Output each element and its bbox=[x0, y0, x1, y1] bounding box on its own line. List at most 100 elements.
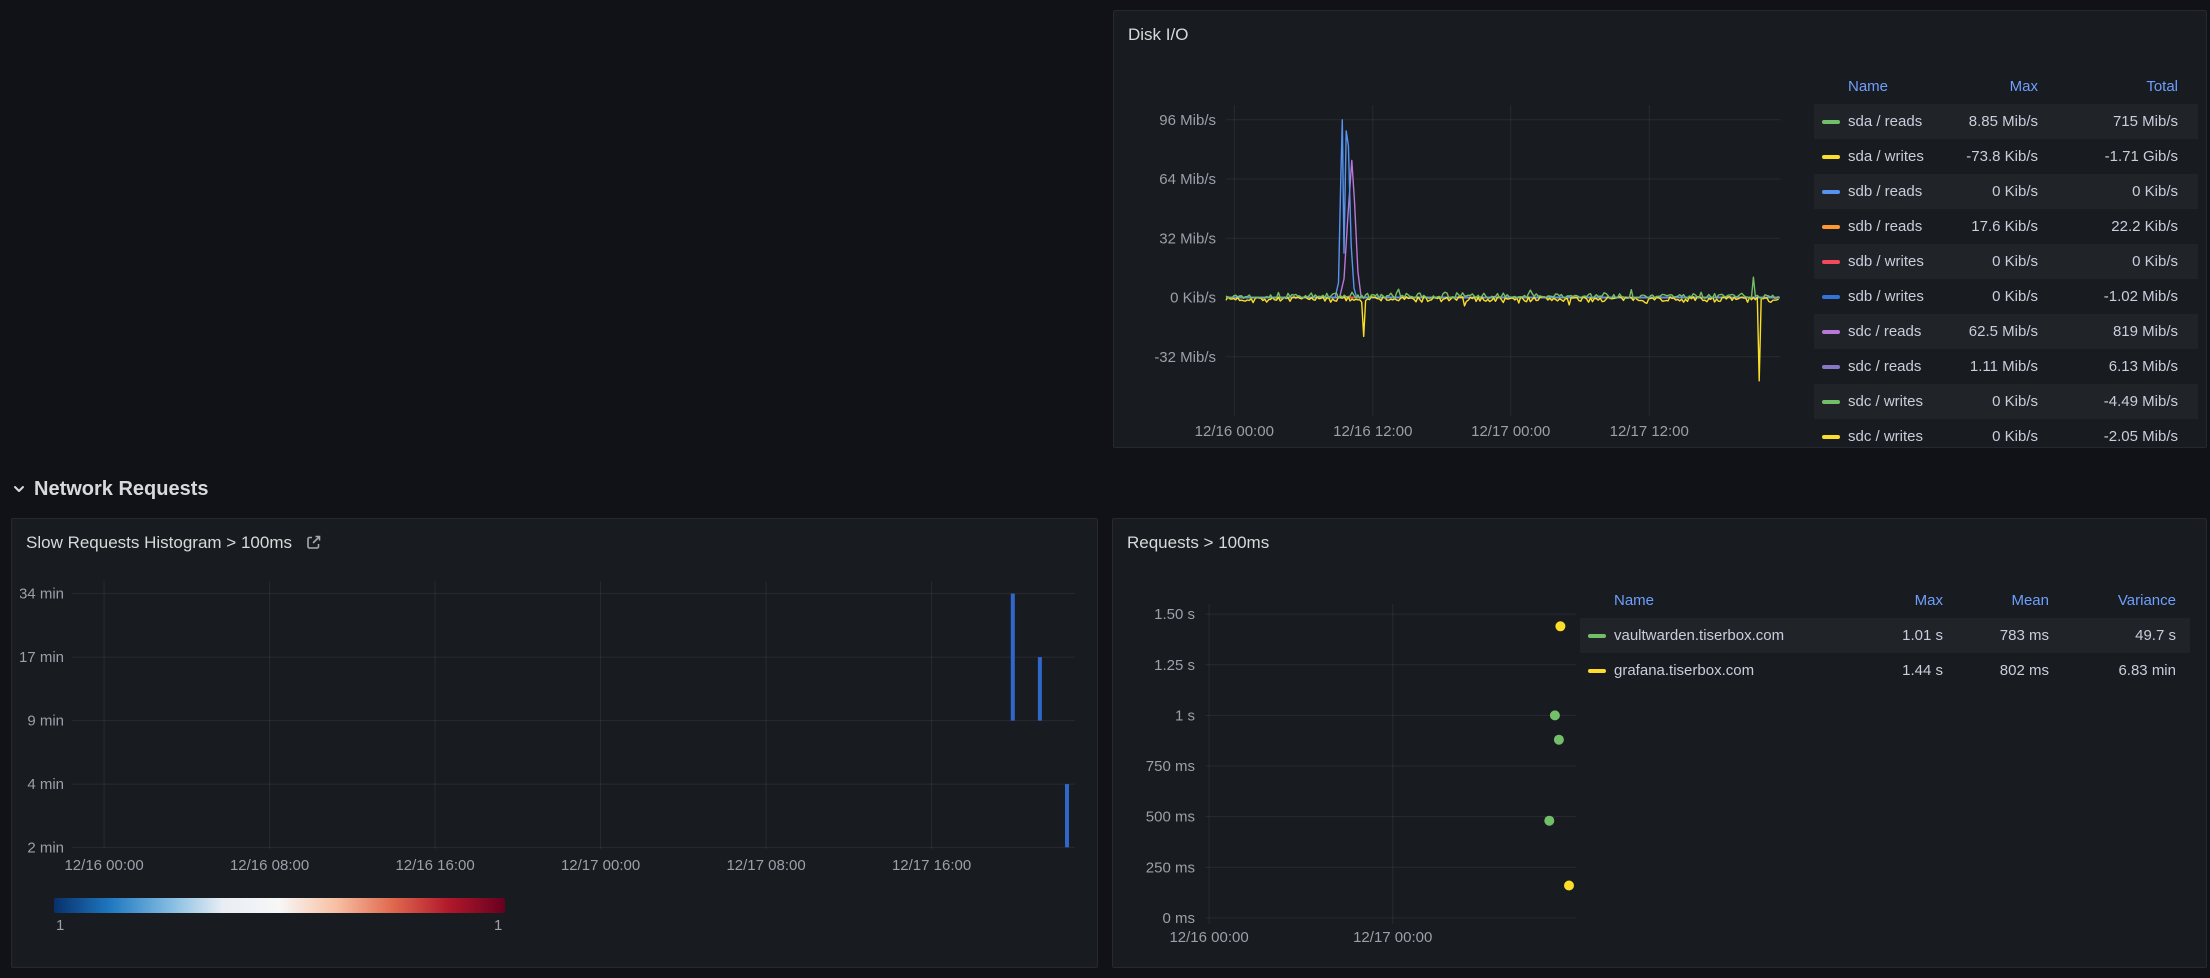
series-color-swatch bbox=[1822, 155, 1840, 159]
legend-series-name: sdb / writes bbox=[1822, 289, 1928, 304]
legend-value: 6.13 Mib/s bbox=[2038, 359, 2178, 374]
legend-value: 62.5 Mib/s bbox=[1928, 324, 2038, 339]
series-line bbox=[1226, 120, 1780, 298]
panel-body-slow-requests: 34 min17 min9 min4 min2 min12/16 00:0012… bbox=[20, 565, 1089, 967]
series-color-swatch bbox=[1822, 365, 1840, 369]
series-color-swatch bbox=[1822, 260, 1840, 264]
axis-tick-label: 12/16 08:00 bbox=[230, 857, 309, 874]
series-line bbox=[1226, 297, 1779, 381]
axis-tick-label: 12/17 00:00 bbox=[561, 857, 640, 874]
scatter-point bbox=[1550, 710, 1560, 720]
legend-series-name: sda / writes bbox=[1822, 149, 1928, 164]
heatmap-colorbar bbox=[54, 898, 505, 913]
axis-tick-label: 500 ms bbox=[1146, 809, 1195, 826]
axis-tick-label: 12/16 16:00 bbox=[395, 857, 474, 874]
legend-row[interactable]: vaultwarden.tiserbox.com1.01 s783 ms49.7… bbox=[1580, 618, 2190, 653]
legend-row[interactable]: sdc / reads1.11 Mib/s6.13 Mib/s bbox=[1814, 349, 2198, 384]
axis-tick-label: 12/17 00:00 bbox=[1471, 423, 1550, 440]
grafana-dashboard: Disk I/O 96 Mib/s 64 Mib/s 32 Mib/s 0 Kib/s… bbox=[0, 0, 2210, 978]
legend-row[interactable]: sdc / reads 62.5 Mib/s819 Mib/s bbox=[1814, 314, 2198, 349]
legend-column-header[interactable]: Total bbox=[2038, 79, 2178, 94]
legend-row[interactable]: sdb / reads17.6 Kib/s22.2 Kib/s bbox=[1814, 209, 2198, 244]
colorbar-max-label: 1 bbox=[494, 917, 502, 934]
legend-value: 0 Kib/s bbox=[1928, 429, 2038, 444]
legend-column-header[interactable]: Name bbox=[1588, 593, 1833, 608]
legend-row[interactable]: sdb / writes0 Kib/s-1.02 Mib/s bbox=[1814, 279, 2198, 314]
legend-row[interactable]: sdc / writes0 Kib/s-4.49 Mib/s bbox=[1814, 384, 2198, 419]
legend-column-header[interactable]: Max bbox=[1928, 79, 2038, 94]
series-color-swatch bbox=[1822, 295, 1840, 299]
disk-io-chart: 96 Mib/s64 Mib/s32 Mib/s0 Kib/s-32 Mib/s… bbox=[1122, 57, 1802, 448]
series-name-label: sdc / writes bbox=[1848, 394, 1923, 409]
series-color-swatch bbox=[1822, 330, 1840, 334]
legend-row[interactable]: sdb / writes0 Kib/s0 Kib/s bbox=[1814, 244, 2198, 279]
legend-value: 0 Kib/s bbox=[1928, 394, 2038, 409]
scatter-point bbox=[1544, 816, 1554, 826]
legend-series-name: sdb / writes bbox=[1822, 254, 1928, 269]
axis-tick-label: 17 min bbox=[20, 649, 64, 666]
legend-series-name: sdc / writes bbox=[1822, 394, 1928, 409]
series-color-swatch bbox=[1822, 190, 1840, 194]
panel-slow-requests: Slow Requests Histogram > 100ms 34 min17… bbox=[11, 518, 1098, 968]
scatter-point bbox=[1564, 881, 1574, 891]
series-color-swatch bbox=[1822, 120, 1840, 124]
series-name-label: sda / reads bbox=[1848, 114, 1922, 129]
legend-value: 0 Kib/s bbox=[2038, 184, 2178, 199]
legend-value: 0 Kib/s bbox=[2038, 254, 2178, 269]
series-name-label: sdb / reads bbox=[1848, 219, 1922, 234]
axis-tick-label: 12/17 12:00 bbox=[1610, 423, 1689, 440]
panel-header-slow-requests: Slow Requests Histogram > 100ms bbox=[12, 519, 1097, 565]
axis-tick-label: 250 ms bbox=[1146, 859, 1195, 876]
legend-row[interactable]: grafana.tiserbox.com1.44 s802 ms6.83 min bbox=[1580, 653, 2190, 688]
axis-tick-label: 32 Mib/s bbox=[1159, 230, 1216, 247]
legend-value: -2.05 Mib/s bbox=[2038, 429, 2178, 444]
series-name-label: sdc / reads bbox=[1848, 324, 1921, 339]
legend-value: -1.02 Mib/s bbox=[2038, 289, 2178, 304]
legend-series-name: sdc / reads bbox=[1822, 324, 1928, 339]
legend-column-header[interactable]: Mean bbox=[1943, 593, 2049, 608]
series-line bbox=[1226, 161, 1780, 298]
axis-tick-label: 64 Mib/s bbox=[1159, 171, 1216, 188]
external-link-icon[interactable] bbox=[304, 533, 323, 552]
axis-tick-label: 12/16 12:00 bbox=[1333, 423, 1412, 440]
legend-series-name: vaultwarden.tiserbox.com bbox=[1588, 628, 1833, 643]
panel-title[interactable]: Disk I/O bbox=[1128, 26, 1188, 43]
axis-tick-label: 0 ms bbox=[1162, 910, 1195, 927]
colorbar-min-label: 1 bbox=[56, 917, 64, 934]
legend-value: 22.2 Kib/s bbox=[2038, 219, 2178, 234]
panel-title[interactable]: Requests > 100ms bbox=[1127, 534, 1269, 551]
series-name-label: sda / writes bbox=[1848, 149, 1924, 164]
legend-column-header[interactable]: Name bbox=[1822, 79, 1928, 94]
axis-tick-label: 96 Mib/s bbox=[1159, 112, 1216, 129]
series-color-swatch bbox=[1822, 435, 1840, 439]
legend-value: 715 Mib/s bbox=[2038, 114, 2178, 129]
section-network-requests[interactable]: Network Requests bbox=[12, 474, 209, 504]
panel-title[interactable]: Slow Requests Histogram > 100ms bbox=[26, 534, 292, 551]
axis-tick-label: 4 min bbox=[27, 776, 64, 793]
chevron-down-icon bbox=[12, 482, 26, 496]
legend-row[interactable]: sda / reads8.85 Mib/s715 Mib/s bbox=[1814, 104, 2198, 139]
series-color-swatch bbox=[1588, 669, 1606, 673]
legend-row[interactable]: sdc / writes 0 Kib/s-2.05 Mib/s bbox=[1814, 419, 2198, 448]
panel-requests: Requests > 100ms 1.50 s1.25 s1 s750 ms50… bbox=[1112, 518, 2207, 968]
panel-header-requests: Requests > 100ms bbox=[1113, 519, 2206, 565]
legend-row[interactable]: sdb / reads0 Kib/s0 Kib/s bbox=[1814, 174, 2198, 209]
axis-tick-label: 12/17 16:00 bbox=[892, 857, 971, 874]
axis-tick-label: 2 min bbox=[27, 839, 64, 856]
axis-tick-label: 12/16 00:00 bbox=[1195, 423, 1274, 440]
panel-body-requests: 1.50 s1.25 s1 s750 ms500 ms250 ms0 ms12/… bbox=[1121, 565, 2198, 967]
series-name-label: sdb / reads bbox=[1848, 184, 1922, 199]
legend-column-header[interactable]: Max bbox=[1833, 593, 1943, 608]
axis-tick-label: 750 ms bbox=[1146, 758, 1195, 775]
legend-value: 819 Mib/s bbox=[2038, 324, 2178, 339]
heatmap-cell bbox=[1065, 784, 1069, 847]
legend-header-row: NameMaxMeanVariance bbox=[1580, 583, 2190, 618]
series-name-label: sdc / writes bbox=[1848, 429, 1923, 444]
series-line bbox=[1226, 277, 1779, 298]
panel-header-disk-io: Disk I/O bbox=[1114, 11, 2206, 57]
legend-series-name: sda / reads bbox=[1822, 114, 1928, 129]
series-color-swatch bbox=[1588, 634, 1606, 638]
legend-row[interactable]: sda / writes-73.8 Kib/s-1.71 Gib/s bbox=[1814, 139, 2198, 174]
legend-column-header[interactable]: Variance bbox=[2049, 593, 2176, 608]
legend-value: 802 ms bbox=[1943, 663, 2049, 678]
